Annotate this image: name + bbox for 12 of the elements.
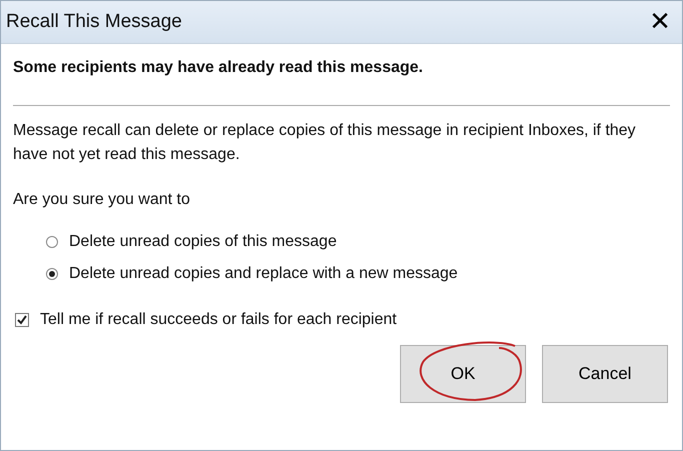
option-label[interactable]: Delete unread copies of this message	[69, 233, 337, 251]
radio-button[interactable]	[46, 268, 58, 280]
description-text: Message recall can delete or replace copies of this message in recipient Inboxes, if they have not yet read this message.	[13, 121, 637, 165]
radio-button[interactable]	[46, 236, 58, 248]
option-label[interactable]: Delete unread copies and replace with a new message	[69, 265, 458, 283]
close-button[interactable]: ✕	[640, 2, 680, 42]
window-title: Recall This Message	[5, 11, 182, 33]
warning-heading: Some recipients may have already read this message.	[13, 59, 424, 77]
question-text: Are you sure you want to	[13, 191, 191, 209]
checkbox[interactable]	[15, 313, 29, 327]
cancel-button[interactable]: Cancel	[542, 345, 668, 403]
checkbox-label[interactable]: Tell me if recall succeeds or fails for each recipient	[40, 311, 397, 329]
